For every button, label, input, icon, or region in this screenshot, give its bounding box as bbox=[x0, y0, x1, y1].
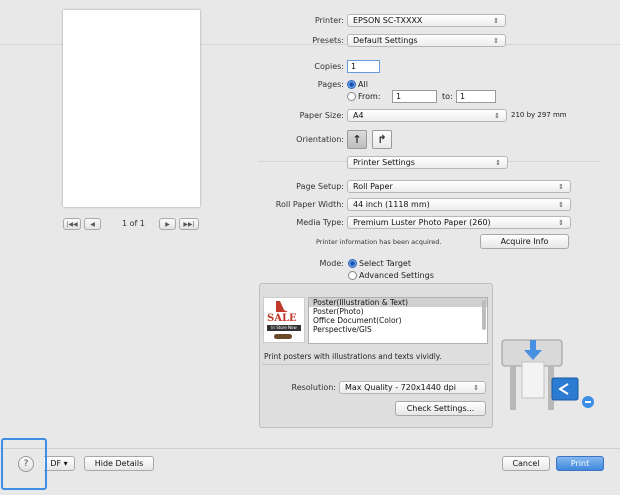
acquire-info-button[interactable]: Acquire Info bbox=[480, 234, 569, 249]
list-item[interactable]: Poster(Illustration & Text) bbox=[309, 298, 487, 307]
shoe-brown-icon bbox=[274, 334, 292, 339]
roll-width-label: Roll Paper Width: bbox=[275, 200, 344, 209]
popup-arrows-icon: ⇕ bbox=[493, 17, 499, 25]
pages-all-label: All bbox=[358, 80, 368, 89]
copies-label: Copies: bbox=[314, 62, 344, 71]
roll-width-value: 44 inch (1118 mm) bbox=[353, 200, 430, 209]
popup-arrows-icon: ⇕ bbox=[558, 219, 564, 227]
prev-page-button[interactable]: ◀ bbox=[84, 218, 101, 230]
copies-field[interactable]: 1 bbox=[347, 60, 380, 73]
mode-label: Mode: bbox=[319, 259, 345, 268]
first-page-button[interactable]: |◀◀ bbox=[63, 218, 81, 230]
popup-arrows-icon: ⇕ bbox=[558, 201, 564, 209]
select-target-radio[interactable] bbox=[348, 259, 357, 268]
popup-arrows-icon: ⇕ bbox=[558, 183, 564, 191]
pages-from-label: From: bbox=[358, 92, 381, 101]
popup-arrows-icon: ⇕ bbox=[493, 37, 499, 45]
list-item[interactable]: Office Document(Color) bbox=[309, 316, 487, 325]
pages-to-label: to: bbox=[442, 92, 453, 101]
paper-size-popup[interactable]: A4 ⇕ bbox=[347, 109, 507, 122]
sale-text: SALE bbox=[267, 313, 297, 324]
page-setup-label: Page Setup: bbox=[296, 182, 344, 191]
printer-illustration-icon bbox=[501, 339, 594, 410]
print-dialog: |◀◀ ◀ 1 of 1 ▶ ▶▶| Printer: EPSON SC-TXX… bbox=[0, 0, 620, 495]
target-description: Print posters with illustrations and tex… bbox=[264, 352, 442, 361]
target-list[interactable]: Poster(Illustration & Text) Poster(Photo… bbox=[308, 297, 488, 344]
cancel-button[interactable]: Cancel bbox=[502, 456, 550, 471]
landscape-orientation-button[interactable]: ↱ bbox=[372, 130, 392, 149]
hide-details-button[interactable]: Hide Details bbox=[84, 456, 154, 471]
roll-width-popup[interactable]: 44 inch (1118 mm) ⇕ bbox=[347, 198, 571, 211]
pdf-menu-button[interactable]: DF ▾ bbox=[44, 456, 75, 471]
presets-value: Default Settings bbox=[353, 36, 418, 45]
select-target-label: Select Target bbox=[359, 259, 411, 268]
list-item[interactable]: Perspective/GIS bbox=[309, 325, 487, 334]
page-setup-value: Roll Paper bbox=[353, 182, 393, 191]
section-popup-value: Printer Settings bbox=[353, 158, 415, 167]
printer-value: EPSON SC-TXXXX bbox=[353, 16, 423, 25]
paper-size-value: A4 bbox=[353, 111, 364, 120]
resolution-value: Max Quality - 720x1440 dpi bbox=[345, 383, 456, 392]
pages-from-field[interactable]: 1 bbox=[392, 90, 437, 103]
portrait-icon: ↑ bbox=[352, 133, 362, 146]
page-indicator: 1 of 1 bbox=[122, 219, 145, 228]
presets-label: Presets: bbox=[312, 36, 344, 45]
highlight-frame bbox=[1, 438, 47, 490]
divider bbox=[0, 448, 620, 449]
pages-from-radio[interactable] bbox=[347, 92, 356, 101]
target-thumbnail: SALE In Store Now bbox=[263, 297, 305, 343]
printer-popup[interactable]: EPSON SC-TXXXX ⇕ bbox=[347, 14, 506, 27]
media-type-label: Media Type: bbox=[296, 218, 344, 227]
presets-popup[interactable]: Default Settings ⇕ bbox=[347, 34, 506, 47]
pages-to-field[interactable]: 1 bbox=[456, 90, 496, 103]
resolution-label: Resolution: bbox=[291, 383, 337, 392]
section-popup[interactable]: Printer Settings ⇕ bbox=[347, 156, 508, 169]
list-scrollbar[interactable] bbox=[482, 300, 486, 330]
landscape-icon: ↱ bbox=[377, 133, 387, 146]
resolution-popup[interactable]: Max Quality - 720x1440 dpi ⇕ bbox=[339, 381, 486, 394]
popup-arrows-icon: ⇕ bbox=[473, 384, 479, 392]
media-type-value: Premium Luster Photo Paper (260) bbox=[353, 218, 491, 227]
advanced-settings-label: Advanced Settings bbox=[359, 271, 434, 280]
paper-size-label: Paper Size: bbox=[299, 111, 344, 120]
pages-label: Pages: bbox=[317, 80, 344, 89]
check-settings-button[interactable]: Check Settings... bbox=[395, 401, 486, 416]
printer-label: Printer: bbox=[314, 16, 344, 25]
paper-size-dimensions: 210 by 297 mm bbox=[511, 111, 567, 119]
page-setup-popup[interactable]: Roll Paper ⇕ bbox=[347, 180, 571, 193]
orientation-label: Orientation: bbox=[296, 135, 344, 144]
print-button[interactable]: Print bbox=[556, 456, 604, 471]
pages-all-radio[interactable] bbox=[347, 80, 356, 89]
page-preview bbox=[63, 10, 200, 207]
portrait-orientation-button[interactable]: ↑ bbox=[347, 130, 367, 149]
popup-arrows-icon: ⇕ bbox=[494, 112, 500, 120]
next-page-button[interactable]: ▶ bbox=[159, 218, 176, 230]
media-type-popup[interactable]: Premium Luster Photo Paper (260) ⇕ bbox=[347, 216, 571, 229]
advanced-settings-radio[interactable] bbox=[348, 271, 357, 280]
popup-arrows-icon: ⇕ bbox=[495, 159, 501, 167]
divider bbox=[262, 364, 490, 365]
last-page-button[interactable]: ▶▶| bbox=[179, 218, 199, 230]
list-item[interactable]: Poster(Photo) bbox=[309, 307, 487, 316]
printer-info-text: Printer information has been acquired. bbox=[316, 238, 442, 246]
instore-banner: In Store Now bbox=[267, 325, 301, 331]
